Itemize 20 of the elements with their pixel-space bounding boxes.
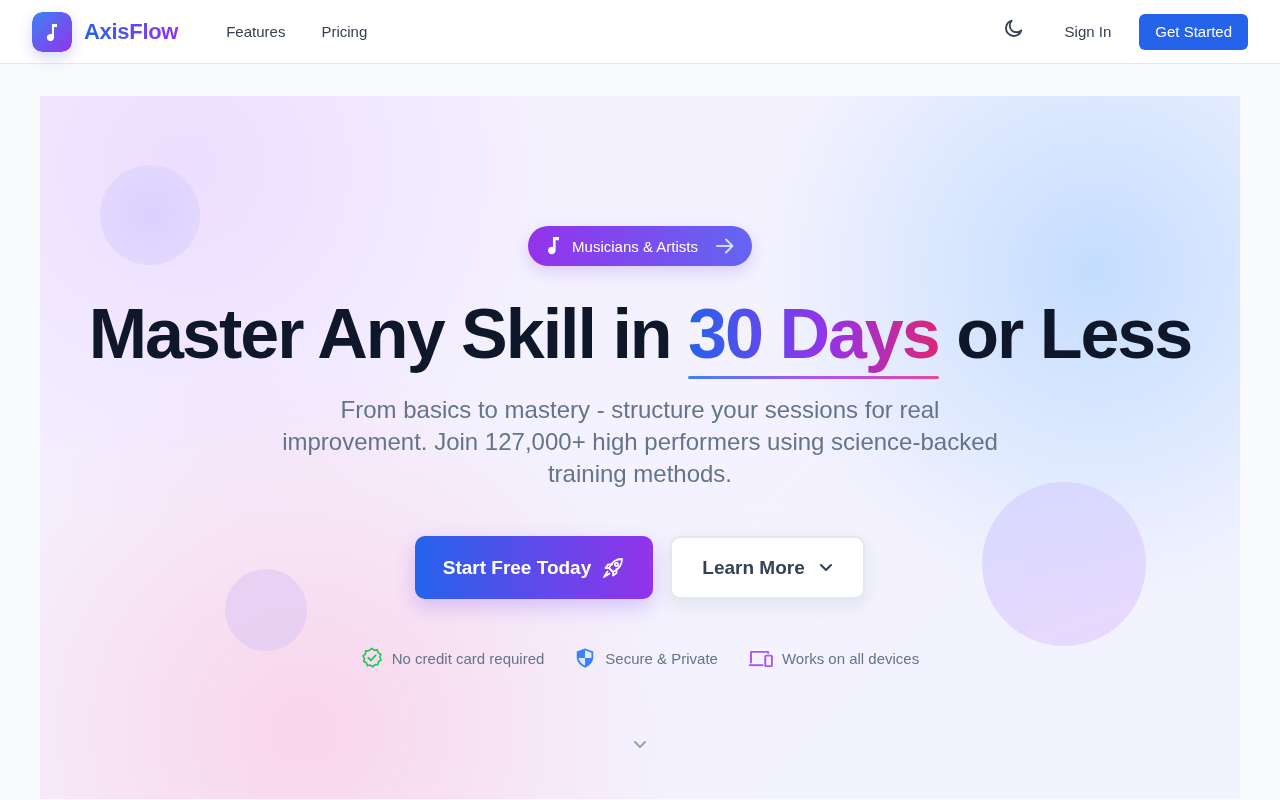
hero-headline: Master Any Skill in 30 Days or Less <box>88 294 1192 386</box>
get-started-button[interactable]: Get Started <box>1139 13 1248 50</box>
check-badge-icon <box>360 647 383 669</box>
feature-label: Secure & Private <box>605 649 718 667</box>
music-note-icon <box>548 237 561 255</box>
hero-subtitle: From basics to mastery - structure your sessions for real improvement. Join 127,000+ high performers using science-backed training methods. <box>281 395 999 489</box>
nav-link[interactable]: Pricing <box>321 23 368 40</box>
feature-label: Works on all devices <box>781 649 920 667</box>
nav-link[interactable]: Features <box>226 23 286 40</box>
learn-more-button[interactable]: Learn More <box>670 536 865 599</box>
music-note-logo-icon[interactable] <box>32 11 72 52</box>
chevron-down-icon <box>818 563 833 572</box>
start-free-button[interactable]: Start Free Today <box>415 536 653 599</box>
devices-icon <box>747 648 773 668</box>
category-badge[interactable]: Musicians & Artists <box>528 226 752 266</box>
rocket-icon <box>601 555 626 580</box>
sign-in-link[interactable]: Sign In <box>1064 23 1112 40</box>
arrow-right-icon <box>715 238 734 254</box>
feature-label: No credit card required <box>391 649 545 667</box>
badge-label: Musicians & Artists <box>572 237 698 255</box>
